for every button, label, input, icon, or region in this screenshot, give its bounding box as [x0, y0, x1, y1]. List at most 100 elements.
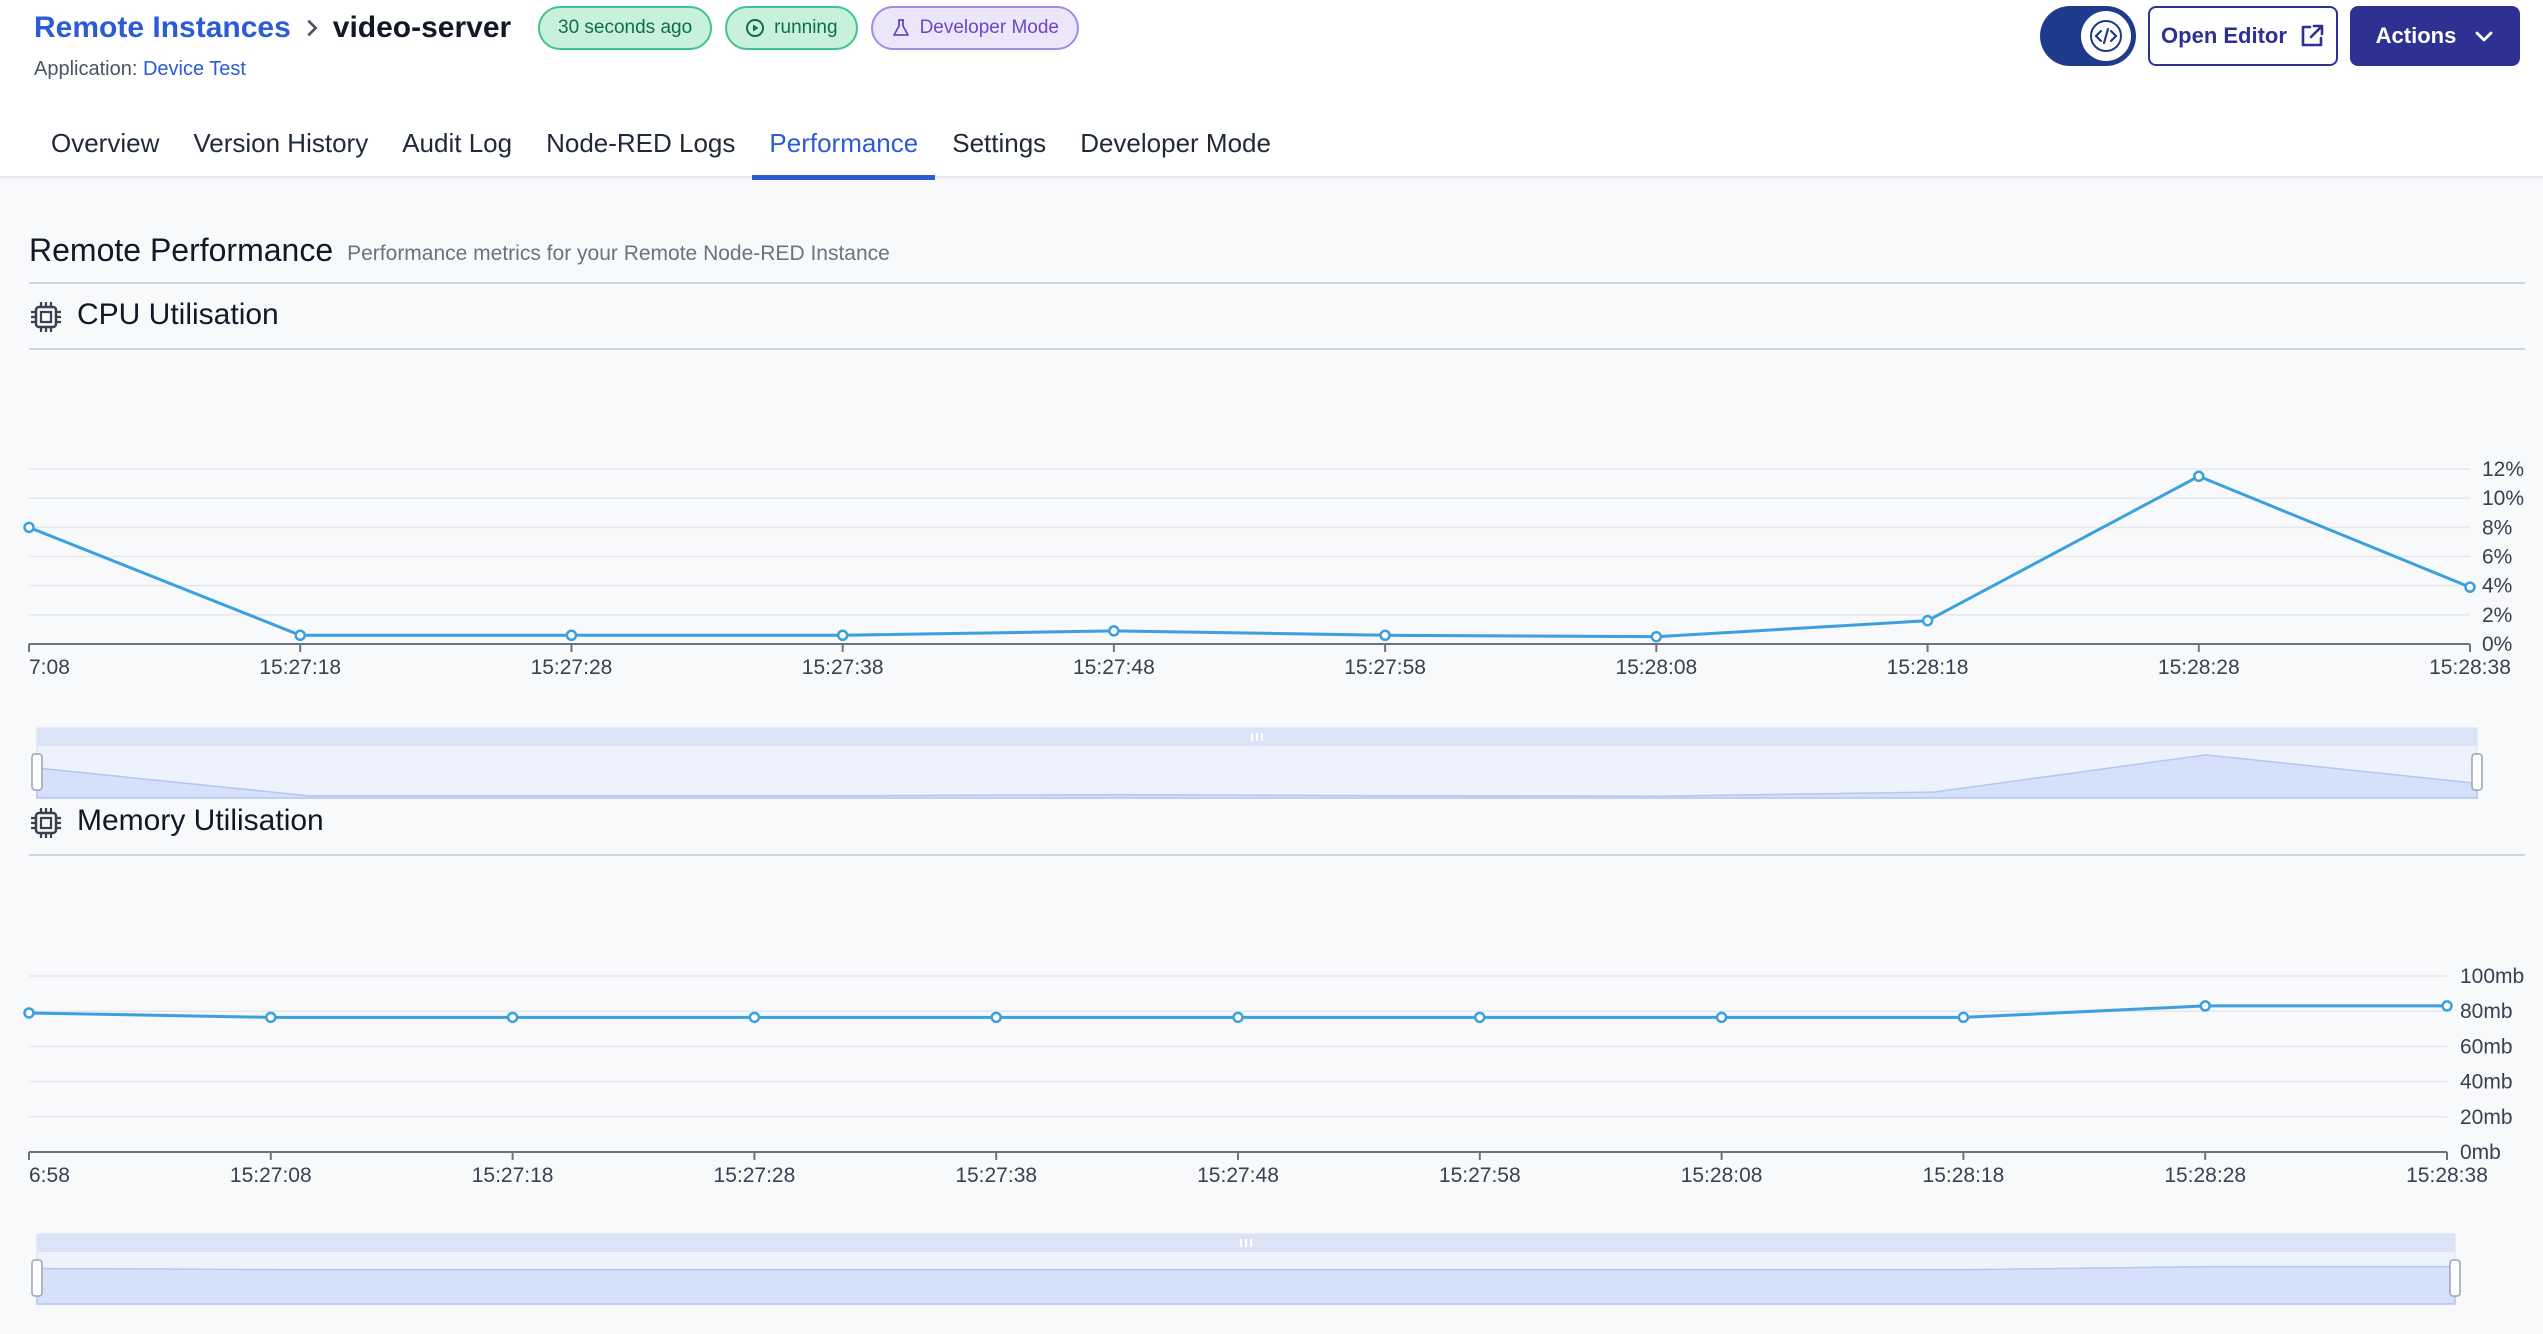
memory-y-tick-label: 40mb	[2460, 1071, 2513, 1094]
memory-data-point	[1232, 1011, 1244, 1024]
memory-chart-title: Memory Utilisation	[77, 804, 324, 837]
cpu-y-tick-label: 10%	[2482, 487, 2524, 510]
section-title: Remote Performance	[29, 232, 334, 268]
memory-data-point	[2199, 1000, 2211, 1012]
memory-data-point	[506, 1011, 519, 1024]
chevron-down-icon	[2475, 31, 2493, 42]
memory-chart-header: Memory Utilisation	[29, 804, 2525, 856]
developer-mode-badge: Developer Mode	[870, 6, 1079, 50]
memory-zoom-handle-left[interactable]	[31, 1259, 43, 1297]
cpu-y-tick-label: 4%	[2482, 575, 2512, 598]
memory-data-point	[1715, 1011, 1728, 1024]
cpu-x-tick-label: 15:28:18	[1887, 656, 1969, 679]
cpu-x-tick-label: 15:27:38	[802, 656, 884, 679]
last-seen-text: 30 seconds ago	[558, 17, 693, 38]
cpu-zoom-handle-left[interactable]	[31, 753, 43, 791]
cpu-series-line	[28, 474, 2471, 639]
instance-header: Remote Instances video-server 30 seconds…	[0, 0, 2543, 180]
performance-header: Remote Performance Performance metrics f…	[29, 232, 2525, 284]
cpu-data-point	[1921, 614, 1934, 627]
memory-zoom-handle-right[interactable]	[2449, 1259, 2461, 1297]
external-link-icon	[2301, 24, 2324, 47]
section-subtitle: Performance metrics for your Remote Node…	[347, 242, 890, 265]
memory-x-tick-label: 15:27:18	[472, 1164, 554, 1187]
memory-x-tick-label: 15:27:28	[714, 1164, 796, 1187]
last-seen-badge: 30 seconds ago	[538, 6, 713, 50]
memory-x-tick-label: 15:27:58	[1439, 1164, 1521, 1187]
cpu-y-tick-label: 6%	[2482, 546, 2512, 569]
cpu-y-tick-label: 8%	[2482, 516, 2512, 539]
instance-name: video-server	[332, 11, 512, 44]
cpu-data-point	[294, 629, 306, 641]
memory-y-tick-label: 100mb	[2460, 965, 2524, 988]
instance-tabs: Overview Version History Audit Log Node-…	[34, 116, 1288, 180]
cpu-zoom-track[interactable]	[36, 727, 2478, 799]
application-link[interactable]: Device Test	[143, 58, 246, 80]
cpu-x-tick-label: 15:27:18	[259, 656, 341, 679]
cpu-data-point	[1650, 630, 1663, 643]
cpu-zoom-handle-right[interactable]	[2471, 753, 2483, 791]
cpu-x-tick-label: 15:28:38	[2429, 656, 2511, 679]
memory-data-point	[23, 1007, 35, 1019]
cpu-data-point	[2464, 581, 2476, 593]
memory-data-point	[265, 1011, 277, 1024]
memory-x-tick-label: 15:27:38	[955, 1164, 1037, 1187]
cpu-chip-icon	[31, 302, 61, 332]
memory-x-tick-label: 15:27:48	[1197, 1164, 1279, 1187]
memory-x-tick-label: 15:28:28	[2164, 1164, 2246, 1187]
tab-settings[interactable]: Settings	[935, 116, 1063, 178]
actions-button[interactable]: Actions	[2350, 6, 2520, 66]
developer-mode-toggle[interactable]	[2040, 6, 2136, 66]
status-badges: 30 seconds ago running Developer Mode	[538, 6, 1079, 50]
tab-performance[interactable]: Performance	[752, 116, 936, 180]
developer-mode-text: Developer Mode	[919, 17, 1059, 38]
cpu-data-point	[2193, 470, 2205, 483]
cpu-data-point	[1379, 629, 1391, 641]
chevron-right-icon	[307, 19, 318, 37]
memory-x-tick-label: 15:28:38	[2406, 1164, 2488, 1187]
breadcrumb-remote-instances[interactable]: Remote Instances	[34, 11, 291, 45]
cpu-y-tick-label: 12%	[2482, 458, 2524, 481]
memory-zoom-drag-bar[interactable]	[37, 1234, 2455, 1252]
cpu-y-tick-label: 0%	[2482, 633, 2512, 656]
memory-x-tick-label: 15:28:08	[1681, 1164, 1763, 1187]
tab-node-red-logs[interactable]: Node-RED Logs	[529, 116, 752, 178]
cpu-y-tick-label: 2%	[2482, 604, 2512, 627]
memory-y-tick-label: 20mb	[2460, 1106, 2513, 1129]
tab-developer-mode[interactable]: Developer Mode	[1063, 116, 1288, 178]
memory-x-tick-label: 15:27:08	[230, 1164, 312, 1187]
cpu-data-point	[836, 629, 849, 641]
cpu-chart-title: CPU Utilisation	[77, 298, 279, 331]
cpu-zoom-drag-bar[interactable]	[37, 728, 2477, 746]
cpu-utilisation-chart: 0% 2% 4% 6% 8% 10% 12% 7:08 15:27:18 15:27:28 15:2…	[23, 458, 2524, 799]
toggle-knob	[2081, 11, 2131, 61]
application-line: Application: Device Test	[34, 58, 246, 81]
status-text: running	[774, 17, 838, 38]
memory-utilisation-chart: 0mb 20mb 40mb 60mb 80mb 100mb 6:58 15:27:08 15:2…	[23, 965, 2524, 1305]
memory-series-line	[28, 1004, 2447, 1019]
memory-y-tick-label: 60mb	[2460, 1035, 2513, 1058]
code-icon	[2090, 20, 2122, 52]
memory-zoom-preview-area	[36, 1265, 2456, 1305]
open-editor-button[interactable]: Open Editor	[2148, 6, 2338, 66]
memory-zoom-track[interactable]	[36, 1233, 2456, 1305]
memory-data-point	[1474, 1011, 1486, 1024]
tab-audit-log[interactable]: Audit Log	[385, 116, 529, 178]
memory-x-tick-label: 6:58	[29, 1164, 70, 1187]
cpu-zoom-preview-area	[36, 754, 2478, 799]
memory-data-point	[1957, 1011, 1970, 1024]
status-badge: running	[725, 6, 858, 50]
play-circle-icon	[746, 19, 765, 37]
cpu-data-point	[565, 629, 578, 641]
flask-icon	[892, 19, 909, 36]
memory-x-tick-label: 15:28:18	[1923, 1164, 2005, 1187]
cpu-x-tick-label: 15:27:28	[531, 656, 613, 679]
cpu-data-point	[23, 521, 35, 534]
tab-overview[interactable]: Overview	[34, 116, 176, 178]
cpu-x-tick-label: 15:27:48	[1073, 656, 1155, 679]
actions-label: Actions	[2375, 23, 2457, 48]
cpu-x-tick-label: 15:27:58	[1344, 656, 1426, 679]
memory-y-tick-label: 80mb	[2460, 1000, 2513, 1023]
cpu-chip-icon	[31, 808, 61, 838]
tab-version-history[interactable]: Version History	[176, 116, 385, 178]
